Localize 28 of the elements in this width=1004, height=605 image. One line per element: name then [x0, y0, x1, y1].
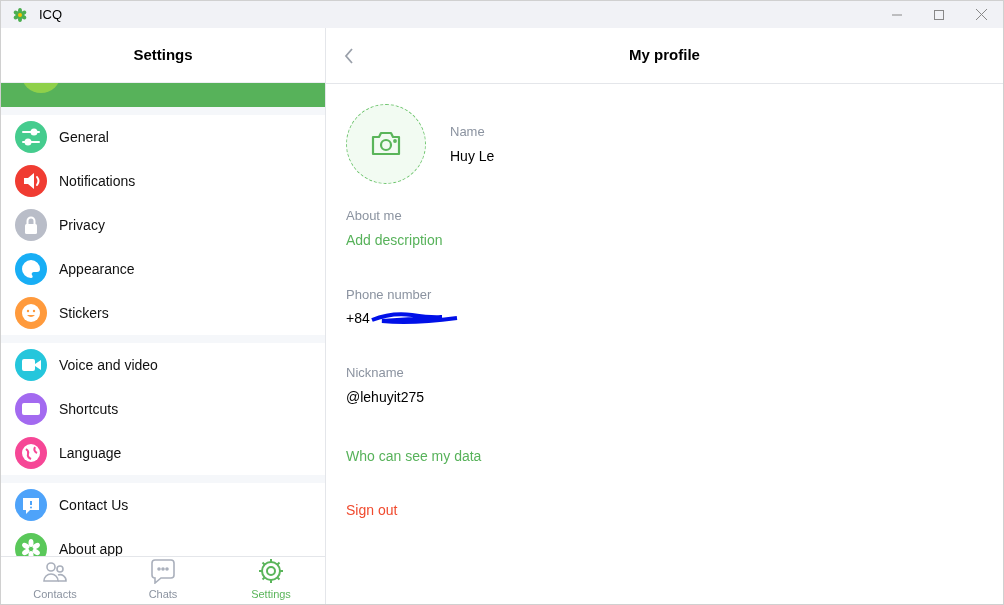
settings-icon: [258, 557, 284, 584]
field-label: About me: [346, 207, 402, 225]
close-icon[interactable]: [976, 9, 987, 20]
settings-menu-item[interactable]: Stickers: [1, 291, 325, 335]
chat-bubble-icon: [150, 557, 176, 584]
nickname-value: @lehuyit275: [346, 387, 425, 407]
settings-menu-item[interactable]: Language: [1, 431, 325, 475]
field-label: Phone number: [346, 285, 432, 304]
phone-value: +84: [346, 309, 370, 328]
panel-title: Settings: [133, 44, 193, 65]
settings-menu-item[interactable]: Privacy: [1, 203, 325, 247]
profile-banner[interactable]: [1, 83, 325, 107]
settings-menu-item[interactable]: Contact Us: [1, 483, 325, 527]
flower-logo-icon: [13, 7, 27, 22]
name-value: Huy Le: [450, 146, 495, 166]
camera-icon: [370, 131, 402, 157]
settings-menu-item[interactable]: Voice and video: [1, 343, 325, 387]
field-label: Nickname: [346, 364, 404, 382]
maximize-icon[interactable]: [934, 9, 944, 20]
page-title: My profile: [629, 45, 700, 66]
settings-menu-item[interactable]: General: [1, 115, 325, 159]
people-icon: [42, 559, 68, 584]
field-label: Name: [450, 123, 486, 141]
settings-menu-item[interactable]: Notifications: [1, 159, 325, 203]
settings-menu-item[interactable]: Shortcuts: [1, 387, 325, 431]
sign-out-link[interactable]: Sign out: [346, 499, 398, 521]
window-title: ICQ: [39, 5, 63, 24]
settings-menu-item[interactable]: Appearance: [1, 247, 325, 291]
